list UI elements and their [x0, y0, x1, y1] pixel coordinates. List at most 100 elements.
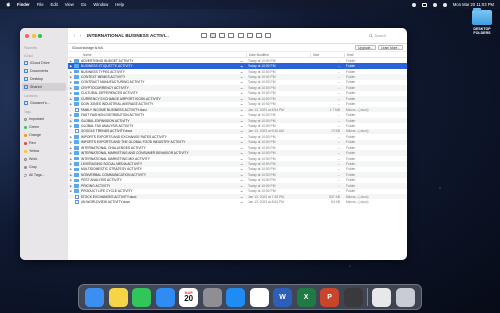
wifi-icon[interactable]	[432, 2, 437, 7]
row-name-cell: ▶ GLOBAL EXPANSION ACTIVITY ☁	[68, 119, 246, 123]
table-row[interactable]: ▶ INTERNATIONAL MARKETING MIX ACTIVITY ☁ To…	[68, 156, 407, 161]
table-row[interactable]: ▶ LEVERAGING SOCIAL MEDIA ACTIVITY ☁ Today …	[68, 161, 407, 167]
row-date: Today at 10:50 PM	[248, 140, 276, 145]
table-row[interactable]: ▶ PRICING ACTIVITY ☁ Today at 10:50 PM -- Fol…	[68, 183, 407, 189]
table-row[interactable]: UN WORLDVIEW ACTIVITY.docx ☁ Jan 13, 2023 …	[68, 199, 407, 205]
table-row[interactable]: ▶ NONVERBAL COMMUNICATION ACTIVITY ☁ Today …	[68, 172, 407, 178]
app-store-icon[interactable]	[226, 287, 246, 307]
table-row[interactable]: ▶ MULTIDOMESTIC STRATEGY ACTIVITY ☁ Today a…	[68, 167, 407, 172]
table-row[interactable]: ▶ IMPORTS EXPORTS AND THE GLOBAL FOOD IND…	[68, 139, 407, 145]
table-row[interactable]: FAMILY INCOME BUSINESS ACTIVITY.docx ☁ Jan…	[68, 106, 407, 113]
table-row[interactable]: ▶ GLOBAL TAX ANALYSIS ACTIVITY ☁ Today at 1…	[68, 123, 407, 128]
table-row[interactable]: ▶ BUSINESS ETIQUETTE ACTIVITY ☁ Today at 10…	[68, 63, 407, 69]
sidebar-item-computer[interactable]: Giovanni's...	[20, 99, 68, 107]
list-view-icon[interactable]	[210, 33, 216, 38]
preview-icon[interactable]	[372, 287, 392, 307]
icon-view-icon[interactable]	[201, 33, 207, 38]
sidebar-item-documents[interactable]: Documents	[20, 67, 68, 75]
sidebar-tag-item[interactable]: Important	[20, 115, 68, 123]
table-row[interactable]: ▶ CURRENCY EXCHANGE AIRPORT KIOSK ACTIVIT…	[68, 96, 407, 102]
learn-more-button[interactable]: Learn More...	[378, 45, 403, 50]
upgrade-button[interactable]: Upgrade...	[355, 45, 377, 50]
table-row[interactable]: ▶ PEST ANALYSIS ACTIVITY ☁ Today at 10:50 P…	[68, 178, 407, 183]
menu-file[interactable]: File	[37, 2, 44, 7]
control-center-icon[interactable]	[442, 2, 447, 7]
column-view-icon[interactable]	[219, 33, 225, 38]
gallery-view-icon[interactable]	[228, 33, 234, 38]
menu-edit[interactable]: Edit	[51, 2, 58, 7]
tag-icon[interactable]	[256, 33, 262, 38]
row-name: PRICING ACTIVITY	[81, 183, 111, 188]
apple-icon[interactable]	[6, 2, 11, 7]
menu-help[interactable]: Help	[115, 2, 124, 7]
table-row[interactable]: ▶ IMPORTS EXPORTS AND EXCHANGE RATES ACTI…	[68, 134, 407, 139]
sidebar-tag-item[interactable]: Work	[20, 155, 68, 163]
finder-icon[interactable]	[85, 287, 105, 307]
icloud-status-icon: ☁	[240, 123, 243, 128]
table-row[interactable]: ▶ INTERNATIONAL MARKETING AND CONSUMER BE…	[68, 150, 407, 156]
menu-go[interactable]: Go	[81, 2, 87, 7]
row-kind: Folder	[346, 167, 356, 172]
table-row[interactable]: ▶ DOW JONES INDUSTRIAL AVERAGE ACTIVITY ☁ T…	[68, 102, 407, 107]
messages-icon[interactable]	[132, 287, 152, 307]
sidebar-tag-item[interactable]: All Tags...	[20, 171, 68, 179]
menu-finder[interactable]: Finder	[17, 2, 30, 7]
table-row[interactable]: ▶ ADVERTISING BUDGET ACTIVITY ☁ Today at 10…	[68, 58, 407, 63]
row-size: --	[337, 189, 340, 194]
close-button[interactable]	[25, 34, 29, 38]
row-kind: Folder	[346, 85, 356, 90]
sidebar-tag-label: Gray	[29, 165, 37, 169]
sidebar-tag-item[interactable]: Orange	[20, 131, 68, 139]
icloud-status-icon: ☁	[240, 96, 243, 101]
table-row[interactable]: STOCK EXCHANGES ACTIVITY.docx ☁ Jan 13, 20…	[68, 193, 407, 200]
column-size[interactable]: Size	[310, 52, 344, 57]
sidebar-item-icloud-drive[interactable]: iCloud Drive	[20, 59, 68, 67]
excel-icon[interactable]: X	[296, 287, 316, 307]
menu-clock[interactable]: Mon Mar 20 11:03 PM	[453, 2, 494, 7]
notes-icon[interactable]	[108, 287, 128, 307]
word-icon[interactable]: W	[273, 287, 293, 307]
powerpoint-icon[interactable]: P	[320, 287, 340, 307]
sidebar-tag-item[interactable]: Yellow	[20, 147, 68, 155]
desktop-folder[interactable]: DESKTOP FOLDERS	[466, 8, 498, 35]
table-row[interactable]: ▶ CONTRACT MANUFACTURING ACTIVITY ☁ Today a…	[68, 80, 407, 85]
sidebar-tag-item[interactable]: Green	[20, 123, 68, 131]
sidebar-tag-item[interactable]: Gray	[20, 163, 68, 171]
table-row[interactable]: ▶ BUSINESS TYPES ACTIVITY ☁ Today at 10:50 …	[68, 69, 407, 74]
more-actions-icon[interactable]	[265, 33, 271, 38]
minimize-button[interactable]	[31, 34, 36, 38]
calendar-icon[interactable]: MAR 20	[179, 287, 199, 307]
menu-view[interactable]: View	[65, 2, 74, 7]
table-row[interactable]: ▶ PRODUCT LIFE CYCLE ACTIVITY ☁ Today at 10…	[68, 189, 407, 194]
trash-icon[interactable]	[395, 287, 415, 307]
quicktime-icon[interactable]	[343, 287, 363, 307]
share-icon[interactable]	[247, 33, 253, 38]
forward-arrow-icon[interactable]: ›	[78, 33, 83, 39]
column-name[interactable]: Name	[68, 53, 246, 57]
sidebar-tag-item[interactable]: Red	[20, 139, 68, 147]
menu-window[interactable]: Window	[93, 2, 108, 7]
table-row[interactable]: ▶ CRYPTOCURRENCY ACTIVITY ☁ Today at 10:50 …	[68, 85, 407, 91]
table-row[interactable]: ▶ GLOBAL EXPANSION ACTIVITY ☁ Today at 10:5…	[68, 117, 407, 124]
table-row[interactable]: GOOGLE TRENDS ACTIVITY.docx ☁ Jan 13, 2023…	[68, 128, 407, 135]
screen-recording-icon[interactable]	[411, 2, 416, 7]
table-row[interactable]: ▶ FAST FASHION DISTRIBUTION ACTIVITY ☁ Toda…	[68, 112, 407, 117]
sidebar-item-desktop[interactable]: Desktop	[20, 75, 68, 83]
row-date: Today at 10:50 PM	[248, 91, 276, 96]
sidebar-item-shared[interactable]: Shared	[22, 83, 66, 91]
row-date: Today at 10:50 PM	[248, 64, 276, 69]
table-row[interactable]: ▶ INTERNATIONAL CHALLENGES ACTIVITY ☁ Today…	[68, 145, 407, 150]
search-field[interactable]: Search	[369, 33, 403, 39]
table-row[interactable]: ▶ CONTEXT MEMES ACTIVITY ☁ Today at 10:50 P…	[68, 74, 407, 80]
group-by-icon[interactable]	[238, 33, 244, 38]
safari-icon[interactable]	[155, 287, 175, 307]
chrome-icon[interactable]	[249, 287, 269, 307]
icloud-status-icon: ☁	[240, 85, 243, 90]
column-kind[interactable]: Kind	[344, 52, 407, 57]
column-date-modified[interactable]: Date Modified	[246, 52, 310, 57]
back-arrow-icon[interactable]: ‹	[72, 33, 77, 39]
system-settings-icon[interactable]	[202, 287, 222, 307]
zoom-button[interactable]	[38, 34, 42, 38]
table-row[interactable]: ▶ CULTURAL DIFFERENCES ACTIVITY ☁ Today at …	[68, 91, 407, 96]
battery-icon[interactable]	[421, 2, 427, 7]
